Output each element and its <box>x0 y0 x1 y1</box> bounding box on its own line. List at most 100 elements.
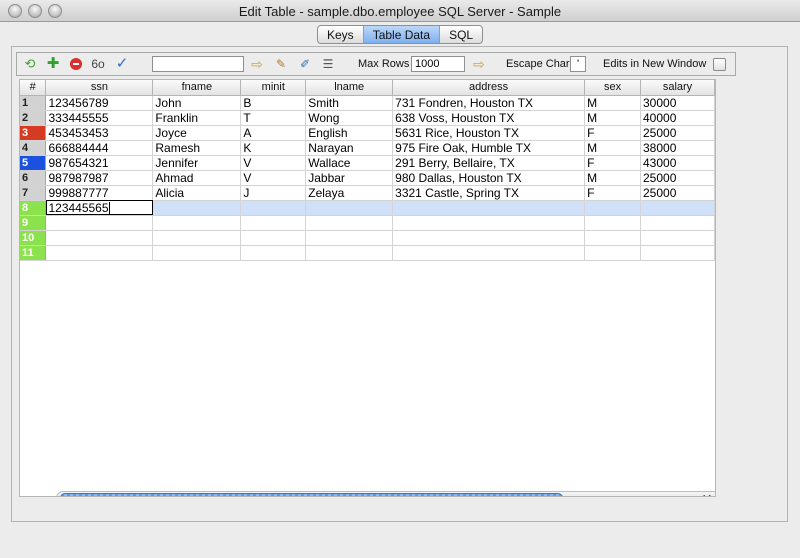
cell-fname[interactable]: Ramesh <box>152 140 242 156</box>
cell-sex[interactable] <box>584 230 641 246</box>
row-number[interactable]: 8 <box>20 200 47 216</box>
cell-fname[interactable] <box>152 230 242 246</box>
cell-sex[interactable]: F <box>584 125 641 141</box>
scroll-arrows-icon[interactable]: ◀▶ <box>699 492 715 496</box>
table-row[interactable]: 5 987654321 Jennifer V Wallace 291 Berry, Bel… <box>20 155 715 171</box>
row-number[interactable]: 5 <box>20 155 47 171</box>
go-arrow-icon[interactable]: ⇨ <box>249 56 265 72</box>
cell-salary[interactable] <box>640 215 715 231</box>
cell-address[interactable] <box>392 200 586 216</box>
apply-max-rows-icon[interactable]: ⇨ <box>471 56 487 72</box>
table-row[interactable]: 7 999887777 Alicia J Zelaya 3321 Castle, Spri… <box>20 185 715 201</box>
column-header-fname[interactable]: fname <box>152 80 242 96</box>
tab-table-data[interactable]: Table Data <box>363 26 441 43</box>
cell-sex[interactable] <box>584 215 641 231</box>
scrollbar-thumb[interactable] <box>60 493 563 496</box>
table-row[interactable]: 4 666884444 Ramesh K Narayan 975 Fire Oak, Hu… <box>20 140 715 156</box>
row-number[interactable]: 3 <box>20 125 47 141</box>
cell-fname[interactable] <box>152 245 242 261</box>
cell-minit[interactable] <box>240 200 307 216</box>
cell-address[interactable]: 980 Dallas, Houston TX <box>392 170 586 186</box>
cell-ssn[interactable] <box>45 230 154 246</box>
cell-address[interactable]: 638 Voss, Houston TX <box>392 110 586 126</box>
cell-salary[interactable]: 30000 <box>640 95 715 111</box>
cell-minit[interactable]: V <box>240 170 307 186</box>
cell-salary[interactable]: 25000 <box>640 125 715 141</box>
tab-keys[interactable]: Keys <box>318 26 364 43</box>
table-row[interactable]: 10 <box>20 230 715 246</box>
add-row-icon[interactable]: ✚ <box>45 56 61 72</box>
cell-minit[interactable]: V <box>240 155 307 171</box>
cell-address[interactable] <box>392 230 586 246</box>
column-header-address[interactable]: address <box>392 80 586 96</box>
cell-lname[interactable] <box>305 215 394 231</box>
cell-minit[interactable] <box>240 245 307 261</box>
cell-sex[interactable]: M <box>584 95 641 111</box>
cell-salary[interactable] <box>640 230 715 246</box>
cell-sex[interactable]: M <box>584 170 641 186</box>
cell-ssn[interactable]: 999887777 <box>45 185 154 201</box>
cell-minit[interactable] <box>240 230 307 246</box>
table-row[interactable]: 6 987987987 Ahmad V Jabbar 980 Dallas, Housto… <box>20 170 715 186</box>
cell-address[interactable]: 5631 Rice, Houston TX <box>392 125 586 141</box>
cell-address[interactable] <box>392 245 586 261</box>
escape-char-input[interactable]: ' <box>570 56 586 72</box>
cell-ssn[interactable] <box>45 245 154 261</box>
table-row[interactable]: 8 123445565 <box>20 200 715 216</box>
column-header-sex[interactable]: sex <box>584 80 641 96</box>
cell-lname[interactable] <box>305 245 394 261</box>
cell-sex[interactable]: F <box>584 155 641 171</box>
row-number[interactable]: 1 <box>20 95 47 111</box>
cell-lname[interactable]: Wallace <box>305 155 394 171</box>
cell-sex[interactable]: F <box>584 185 641 201</box>
edits-in-new-window-checkbox[interactable] <box>713 58 726 71</box>
cell-fname[interactable]: John <box>152 95 242 111</box>
cell-fname[interactable]: Jennifer <box>152 155 242 171</box>
commit-icon[interactable]: ✓ <box>114 56 130 72</box>
cell-salary[interactable]: 38000 <box>640 140 715 156</box>
clear-icon[interactable]: ✎ <box>273 56 289 72</box>
cell-ssn[interactable]: 123456789 <box>45 95 154 111</box>
cell-salary[interactable] <box>640 245 715 261</box>
cell-ssn[interactable]: 666884444 <box>45 140 154 156</box>
cell-fname[interactable]: Ahmad <box>152 170 242 186</box>
cell-ssn[interactable] <box>45 215 154 231</box>
table-row[interactable]: 1 123456789 John B Smith 731 Fondren, Houston… <box>20 95 715 111</box>
cell-minit[interactable]: K <box>240 140 307 156</box>
cell-address[interactable]: 731 Fondren, Houston TX <box>392 95 586 111</box>
row-number[interactable]: 11 <box>20 245 47 261</box>
cell-address[interactable] <box>392 215 586 231</box>
cell-sex[interactable] <box>584 200 641 216</box>
cell-minit[interactable] <box>240 215 307 231</box>
format-icon[interactable]: ☰ <box>320 56 336 72</box>
cell-lname[interactable]: Wong <box>305 110 394 126</box>
cell-fname[interactable] <box>152 215 242 231</box>
cell-minit[interactable]: T <box>240 110 307 126</box>
tab-sql[interactable]: SQL <box>440 26 482 43</box>
cell-fname[interactable]: Franklin <box>152 110 242 126</box>
row-number[interactable]: 7 <box>20 185 47 201</box>
table-row[interactable]: 11 <box>20 245 715 261</box>
row-number[interactable]: 2 <box>20 110 47 126</box>
cell-lname[interactable] <box>305 230 394 246</box>
column-header-ssn[interactable]: ssn <box>45 80 154 96</box>
cell-salary[interactable]: 25000 <box>640 185 715 201</box>
cell-fname[interactable]: Alicia <box>152 185 242 201</box>
row-number[interactable]: 4 <box>20 140 47 156</box>
cell-minit[interactable]: B <box>240 95 307 111</box>
cell-address[interactable]: 291 Berry, Bellaire, TX <box>392 155 586 171</box>
table-row[interactable]: 2 333445555 Franklin T Wong 638 Voss, Houston… <box>20 110 715 126</box>
cell-ssn[interactable]: 453453453 <box>45 125 154 141</box>
cell-ssn[interactable]: 123445565 <box>45 200 154 216</box>
column-header-rownum[interactable]: # <box>20 80 47 96</box>
cell-lname[interactable]: English <box>305 125 394 141</box>
cell-sex[interactable]: M <box>584 110 641 126</box>
cell-salary[interactable]: 43000 <box>640 155 715 171</box>
cell-minit[interactable]: J <box>240 185 307 201</box>
cell-ssn[interactable]: 333445555 <box>45 110 154 126</box>
cell-ssn[interactable]: 987654321 <box>45 155 154 171</box>
filter-input[interactable] <box>152 56 244 72</box>
cell-address[interactable]: 3321 Castle, Spring TX <box>392 185 586 201</box>
cell-sex[interactable] <box>584 245 641 261</box>
column-header-lname[interactable]: lname <box>305 80 394 96</box>
